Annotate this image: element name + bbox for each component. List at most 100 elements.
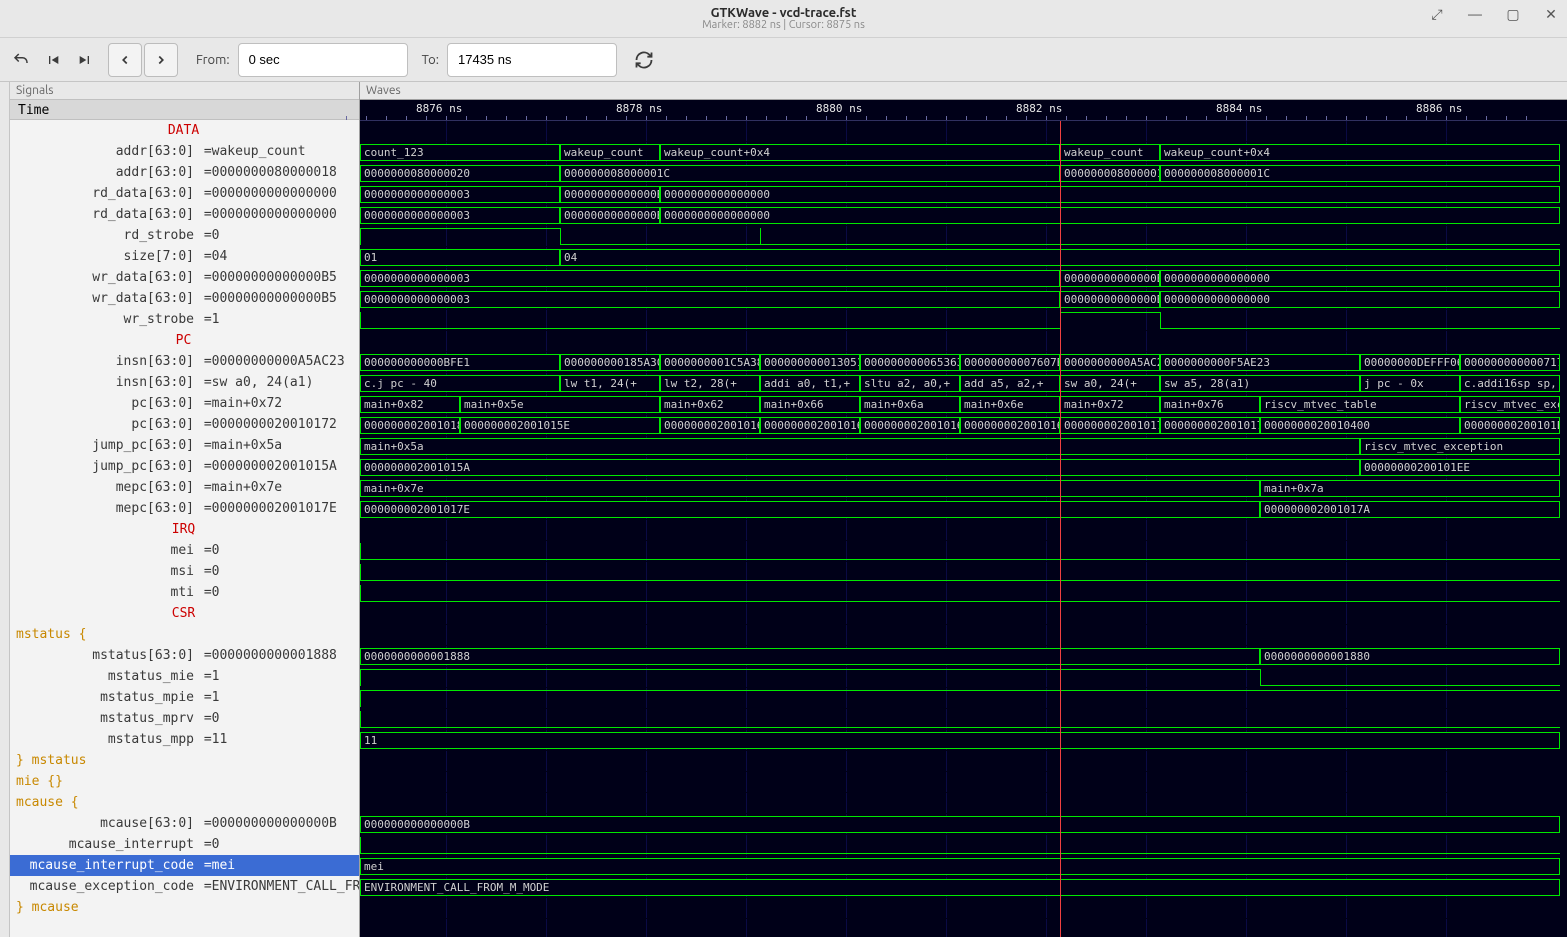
signal-section[interactable]: IRQ <box>10 519 359 540</box>
wave-row[interactable] <box>360 667 1567 688</box>
signal-row[interactable]: insn[63:0] =sw a0, 24(a1) <box>10 372 359 393</box>
signal-row[interactable]: mcause_exception_code =ENVIRONMENT_CALL_… <box>10 876 359 897</box>
signals-list[interactable]: DATAaddr[63:0] =wakeup_countaddr[63:0] =… <box>10 120 359 937</box>
wave-row[interactable] <box>360 604 1567 625</box>
wave-row[interactable]: mei <box>360 856 1567 877</box>
signal-row[interactable]: mstatus_mpp =11 <box>10 729 359 750</box>
to-input[interactable] <box>447 43 617 77</box>
wave-row[interactable] <box>360 520 1567 541</box>
signal-value: =1 <box>196 669 219 684</box>
signal-row[interactable]: mstatus_mprv =0 <box>10 708 359 729</box>
wave-area[interactable]: count_123wakeup_countwakeup_count+0x4wak… <box>360 121 1567 937</box>
wave-row[interactable]: main+0x5ariscv_mtvec_exception <box>360 436 1567 457</box>
signal-row[interactable]: mcause_interrupt_code =mei <box>10 855 359 876</box>
signal-group[interactable]: mcause { <box>10 792 359 813</box>
fullscreen-icon[interactable]: ⤢ <box>1427 4 1447 24</box>
signal-row[interactable]: rd_data[63:0] =0000000000000000 <box>10 204 359 225</box>
wave-row[interactable]: c.j pc - 40lw t1, 24(+lw t2, 28(+addi a0… <box>360 373 1567 394</box>
wave-row[interactable]: 000000002001017E000000002001017A <box>360 499 1567 520</box>
signal-section[interactable]: CSR <box>10 603 359 624</box>
signal-row[interactable]: wr_strobe =1 <box>10 309 359 330</box>
skip-end-icon[interactable] <box>70 45 100 75</box>
wave-row[interactable]: 000000000000000300000000000000B500000000… <box>360 289 1567 310</box>
wave-row[interactable] <box>360 709 1567 730</box>
wave-row[interactable]: ENVIRONMENT_CALL_FROM_M_MODE <box>360 877 1567 898</box>
wave-bus-segment: lw t1, 24(+ <box>560 375 660 392</box>
signal-row[interactable]: wr_data[63:0] =00000000000000B5 <box>10 288 359 309</box>
wave-row[interactable]: 000000002001015A00000000200101EE <box>360 457 1567 478</box>
skip-start-icon[interactable] <box>38 45 68 75</box>
wave-row[interactable]: main+0x7emain+0x7a <box>360 478 1567 499</box>
signal-row[interactable]: mstatus_mpie =1 <box>10 687 359 708</box>
minimize-icon[interactable]: — <box>1465 4 1485 24</box>
wave-row[interactable] <box>360 772 1567 793</box>
signal-group-close[interactable]: } mstatus <box>10 750 359 771</box>
signal-row[interactable]: mei =0 <box>10 540 359 561</box>
wave-row[interactable] <box>360 898 1567 919</box>
signal-group-close[interactable]: } mcause <box>10 897 359 918</box>
signal-row[interactable]: msi =0 <box>10 561 359 582</box>
wave-row[interactable]: count_123wakeup_countwakeup_count+0x4wak… <box>360 142 1567 163</box>
signal-row[interactable]: jump_pc[63:0] =000000002001015A <box>10 456 359 477</box>
signal-name: rd_data[63:0] <box>10 204 196 225</box>
wave-row[interactable]: 0000000080000020000000008000001C00000000… <box>360 163 1567 184</box>
wave-row[interactable] <box>360 583 1567 604</box>
time-ruler[interactable]: 8876 ns8878 ns8880 ns8882 ns8884 ns8886 … <box>360 100 1567 121</box>
close-icon[interactable]: ✕ <box>1541 4 1561 24</box>
wave-row[interactable]: 000000000000BFE1000000000185A30300000000… <box>360 352 1567 373</box>
wave-row[interactable] <box>360 310 1567 331</box>
wave-row[interactable] <box>360 793 1567 814</box>
wave-row[interactable]: 0104 <box>360 247 1567 268</box>
wave-row[interactable] <box>360 835 1567 856</box>
signal-value: =0 <box>196 228 219 243</box>
signal-group[interactable]: mstatus { <box>10 624 359 645</box>
signal-row[interactable]: rd_data[63:0] =0000000000000000 <box>10 183 359 204</box>
signal-value: =main+0x72 <box>196 396 282 411</box>
wave-row[interactable]: 0000000020010182000000002001015E00000000… <box>360 415 1567 436</box>
signal-row[interactable]: mstatus[63:0] =0000000000001888 <box>10 645 359 666</box>
wave-bus-segment: sltu a2, a0,+ <box>860 375 960 392</box>
signal-row[interactable]: mstatus_mie =1 <box>10 666 359 687</box>
signal-row[interactable]: rd_strobe =0 <box>10 225 359 246</box>
wave-row[interactable] <box>360 331 1567 352</box>
signal-row[interactable]: mepc[63:0] =000000002001017E <box>10 498 359 519</box>
signal-row[interactable]: insn[63:0] =00000000000A5AC23 <box>10 351 359 372</box>
signal-row[interactable]: addr[63:0] =wakeup_count <box>10 141 359 162</box>
maximize-icon[interactable]: ▢ <box>1503 4 1523 24</box>
from-input[interactable] <box>238 43 408 77</box>
wave-row[interactable]: 000000000000000B <box>360 814 1567 835</box>
wave-row[interactable]: 000000000000000300000000000000B400000000… <box>360 205 1567 226</box>
signal-row[interactable]: mepc[63:0] =main+0x7e <box>10 477 359 498</box>
wave-row[interactable]: 000000000000000300000000000000B400000000… <box>360 184 1567 205</box>
wave-row[interactable] <box>360 688 1567 709</box>
step-back-icon[interactable] <box>108 43 142 77</box>
wave-row[interactable] <box>360 625 1567 646</box>
wave-bus-segment: 0000000020010166 <box>760 417 860 434</box>
reload-icon[interactable] <box>629 45 659 75</box>
wave-row[interactable] <box>360 541 1567 562</box>
signal-row[interactable]: pc[63:0] =0000000020010172 <box>10 414 359 435</box>
signal-group[interactable]: mie {} <box>10 771 359 792</box>
signal-section[interactable]: DATA <box>10 120 359 141</box>
wave-row[interactable] <box>360 121 1567 142</box>
signal-name: mcause_interrupt_code <box>10 855 196 876</box>
signal-row[interactable]: size[7:0] =04 <box>10 246 359 267</box>
step-forward-icon[interactable] <box>144 43 178 77</box>
signal-row[interactable]: pc[63:0] =main+0x72 <box>10 393 359 414</box>
wave-row[interactable]: 00000000000018880000000000001880 <box>360 646 1567 667</box>
signal-row[interactable]: jump_pc[63:0] =main+0x5a <box>10 435 359 456</box>
signal-row[interactable]: mcause_interrupt =0 <box>10 834 359 855</box>
signal-row[interactable]: mcause[63:0] =000000000000000B <box>10 813 359 834</box>
signal-row[interactable]: wr_data[63:0] =00000000000000B5 <box>10 267 359 288</box>
signal-row[interactable]: addr[63:0] =0000000080000018 <box>10 162 359 183</box>
wave-row[interactable] <box>360 226 1567 247</box>
wave-row[interactable] <box>360 562 1567 583</box>
signal-section[interactable]: PC <box>10 330 359 351</box>
signal-value: =0000000080000018 <box>196 165 337 180</box>
wave-row[interactable]: 11 <box>360 730 1567 751</box>
wave-row[interactable] <box>360 751 1567 772</box>
wave-row[interactable]: main+0x82main+0x5emain+0x62main+0x66main… <box>360 394 1567 415</box>
undo-icon[interactable] <box>6 45 36 75</box>
signal-row[interactable]: mti =0 <box>10 582 359 603</box>
wave-row[interactable]: 000000000000000300000000000000B500000000… <box>360 268 1567 289</box>
